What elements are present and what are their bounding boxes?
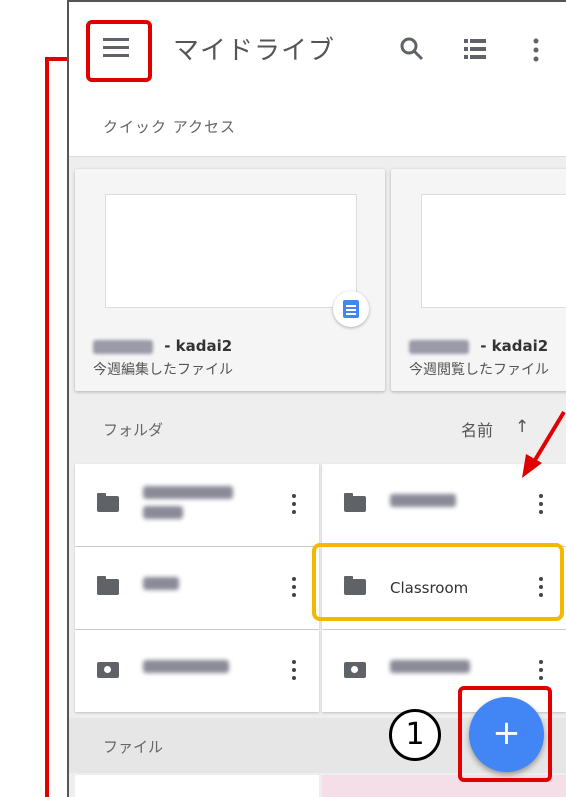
- redacted-name: [93, 339, 153, 354]
- folder-more-icon[interactable]: [539, 494, 544, 516]
- folder-more-icon[interactable]: [292, 660, 297, 682]
- annotation-highlight-classroom: [312, 543, 564, 621]
- redacted-folder-name: [143, 660, 229, 673]
- file-name: - kadai2: [475, 337, 549, 355]
- shared-folder-icon: [344, 662, 366, 678]
- folder-item[interactable]: [75, 547, 319, 629]
- files-label: ファイル: [103, 738, 164, 756]
- shared-folder-item[interactable]: [75, 630, 319, 712]
- page-title: マイドライブ: [173, 36, 336, 66]
- redacted-folder-name: [143, 577, 179, 590]
- document-thumbnail: [421, 194, 566, 308]
- quick-access-label: クイック アクセス: [103, 118, 237, 136]
- drive-app-screen: マイドライブ クイック アクセス - kadai2 今週編集したファイル - k…: [67, 0, 566, 797]
- sort-by-name-button[interactable]: 名前: [461, 417, 493, 441]
- redacted-folder-name: [143, 486, 233, 499]
- quick-access-card[interactable]: - kadai2 今週閲覧したファイル: [391, 169, 566, 391]
- redacted-name: [409, 339, 469, 354]
- folder-more-icon[interactable]: [539, 660, 544, 682]
- more-options-icon[interactable]: [532, 38, 540, 62]
- redacted-folder-name: [390, 660, 470, 673]
- redacted-folder-name: [143, 506, 183, 519]
- shared-folder-icon: [97, 662, 119, 678]
- step-number-badge: 1: [389, 709, 441, 761]
- google-docs-icon: [333, 291, 369, 327]
- search-icon[interactable]: [399, 36, 425, 62]
- folders-header: フォルダ 名前 ↑: [69, 397, 566, 462]
- annotation-highlight-menu: [86, 20, 152, 82]
- folder-item[interactable]: [75, 464, 319, 546]
- annotation-highlight-fab: [458, 686, 552, 782]
- redacted-folder-name: [390, 494, 456, 507]
- folder-more-icon[interactable]: [292, 577, 297, 599]
- folder-icon: [97, 576, 119, 595]
- annotation-line-vertical: [45, 57, 49, 797]
- quick-access-card[interactable]: - kadai2 今週編集したファイル: [75, 169, 385, 391]
- folder-more-icon[interactable]: [292, 494, 297, 516]
- folder-icon: [97, 493, 119, 512]
- quick-access-area: - kadai2 今週編集したファイル - kadai2 今週閲覧したファイル: [69, 157, 566, 397]
- folders-label: フォルダ: [103, 421, 164, 439]
- file-activity: 今週閲覧したファイル: [409, 362, 549, 378]
- quick-access-header: クイック アクセス: [69, 98, 566, 157]
- file-name: - kadai2: [159, 337, 233, 355]
- file-activity: 今週編集したファイル: [93, 362, 233, 378]
- file-thumbnail[interactable]: [75, 775, 319, 797]
- list-view-icon[interactable]: [464, 38, 486, 60]
- annotation-arrow-icon: [522, 410, 566, 478]
- folder-icon: [344, 493, 366, 512]
- document-thumbnail: [105, 194, 357, 308]
